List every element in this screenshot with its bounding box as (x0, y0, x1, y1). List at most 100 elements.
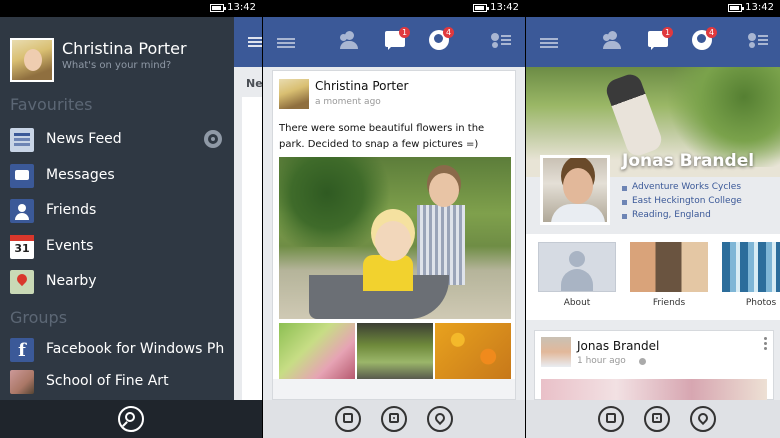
profile-post: Jonas Brandel 1 hour ago (534, 330, 774, 401)
group-item-label: Facebook for Windows Ph (46, 341, 225, 357)
avatar[interactable] (279, 79, 309, 109)
status-update-button[interactable] (335, 406, 361, 432)
nearby-icon (10, 270, 34, 294)
top-nav-bar: 1 4 (263, 17, 525, 67)
post-footer (273, 379, 515, 399)
app-bar (526, 400, 780, 438)
edit-icon (606, 413, 616, 423)
messages-badge: 1 (399, 27, 410, 38)
photo-thumbnail[interactable] (357, 323, 433, 379)
post-card: Christina Porter a moment ago There were… (272, 70, 516, 400)
post-photo[interactable] (541, 379, 767, 401)
friend-requests-icon[interactable] (337, 31, 361, 51)
profile-name: Jonas Brandel (622, 151, 755, 171)
photo-detail (603, 71, 665, 159)
profile-info: Adventure Works Cycles East Heckington C… (622, 182, 742, 224)
profile-name: Christina Porter (62, 39, 187, 58)
menu-item-news-feed[interactable]: News Feed (10, 126, 234, 154)
status-time: 13:42 (227, 2, 256, 13)
avatar[interactable] (541, 337, 571, 367)
photos-tile[interactable] (722, 242, 780, 292)
photo-button[interactable] (381, 406, 407, 432)
messages-icon (10, 164, 34, 188)
battery-icon (728, 4, 744, 12)
battery-icon (473, 4, 489, 12)
menu-profile[interactable]: Christina Porter What's on your mind? (10, 38, 240, 84)
friends-label: Friends (652, 298, 686, 308)
group-item-school-of-fine-art[interactable]: School of Fine Art (10, 368, 234, 396)
photo-detail (375, 221, 411, 261)
status-time: 13:42 (745, 2, 774, 13)
photo-detail (429, 173, 459, 207)
peek-card (242, 97, 262, 400)
status-bar: 13:42 (0, 0, 262, 17)
info-location[interactable]: Reading, England (622, 210, 742, 224)
gear-icon[interactable] (204, 130, 222, 148)
screens: 13:42 Ne Christina Porter What's on your… (0, 0, 780, 438)
notifications-badge: 4 (706, 27, 717, 38)
location-icon (695, 410, 711, 426)
friend-requests-icon[interactable] (600, 31, 624, 51)
info-school[interactable]: East Heckington College (622, 196, 742, 210)
photos-label: Photos (745, 298, 777, 308)
app-bar (263, 400, 525, 438)
profile-picture[interactable] (540, 155, 610, 225)
edit-icon (343, 413, 353, 423)
post-author[interactable]: Jonas Brandel (577, 339, 659, 353)
menu-icon[interactable] (277, 38, 295, 40)
profile-tiles: About Friends Photos (526, 234, 780, 320)
profile-screen: 13:42 1 4 Jonas Brandel Adventure Works … (526, 0, 780, 438)
camera-icon (389, 413, 399, 423)
post-photo[interactable] (279, 157, 511, 319)
check-in-button[interactable] (427, 406, 453, 432)
friends-icon (10, 199, 34, 223)
top-nav-bar: 1 4 (526, 17, 780, 67)
group-icon (10, 370, 34, 394)
menu-item-messages[interactable]: Messages (10, 162, 234, 190)
about-tile[interactable] (538, 242, 616, 292)
favourites-heading: Favourites (10, 95, 93, 114)
menu-item-events[interactable]: 31 Events (10, 233, 234, 261)
photo-button[interactable] (644, 406, 670, 432)
news-feed-icon (10, 128, 34, 152)
search-icon (125, 412, 135, 422)
post-author[interactable]: Christina Porter (315, 79, 408, 93)
photo-thumbnail[interactable] (279, 323, 355, 379)
status-bar: 13:42 (526, 0, 780, 17)
menu-item-label: Friends (46, 202, 97, 218)
photo-thumbnail[interactable] (435, 323, 511, 379)
post-screen: 13:42 1 4 Christina Porter a moment ago … (263, 0, 525, 438)
notifications-badge: 4 (443, 27, 454, 38)
about-label: About (563, 298, 591, 308)
menu-item-label: Nearby (46, 273, 97, 289)
status-prompt[interactable]: What's on your mind? (62, 60, 171, 71)
photo-thumbnails (279, 323, 511, 379)
facebook-icon: f (10, 338, 34, 362)
status-bar: 13:42 (263, 0, 525, 17)
events-icon: 31 (10, 235, 34, 259)
public-icon (639, 358, 646, 365)
menu-icon[interactable] (540, 38, 558, 40)
more-options-icon[interactable] (764, 337, 767, 340)
status-update-button[interactable] (598, 406, 624, 432)
info-work[interactable]: Adventure Works Cycles (622, 182, 742, 196)
photo-detail (417, 205, 465, 285)
group-item-facebook-windows-phone[interactable]: f Facebook for Windows Ph (10, 336, 234, 364)
friends-tile[interactable] (630, 242, 708, 292)
groups-heading: Groups (10, 308, 68, 327)
menu-item-nearby[interactable]: Nearby (10, 268, 234, 296)
menu-item-label: Messages (46, 167, 115, 183)
post-time: a moment ago (315, 97, 381, 107)
post-time: 1 hour ago (577, 356, 626, 366)
search-button[interactable] (118, 406, 144, 432)
menu-icon (248, 37, 262, 39)
battery-icon (210, 4, 226, 12)
side-menu-screen: 13:42 Ne Christina Porter What's on your… (0, 0, 262, 438)
check-in-button[interactable] (690, 406, 716, 432)
friends-list-icon[interactable] (748, 33, 768, 49)
camera-icon (652, 413, 662, 423)
status-time: 13:42 (490, 2, 519, 13)
app-bar (0, 400, 262, 438)
friends-list-icon[interactable] (491, 33, 511, 49)
menu-item-friends[interactable]: Friends (10, 197, 234, 225)
